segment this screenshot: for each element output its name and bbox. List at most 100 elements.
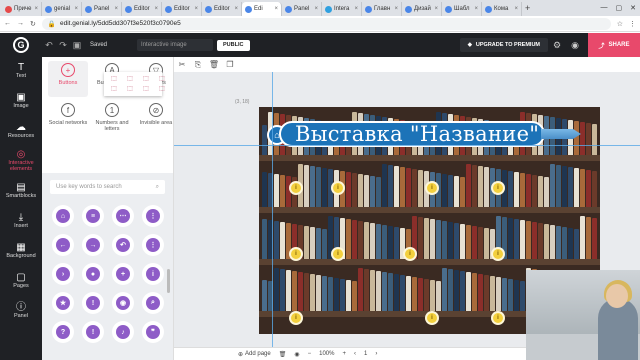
browser-tab[interactable]: genial ×: [42, 2, 82, 16]
icon-button-option[interactable]: ↶: [112, 234, 134, 256]
category-item[interactable]: + Buttons: [48, 61, 88, 97]
close-icon[interactable]: ×: [34, 6, 38, 12]
close-icon[interactable]: ×: [274, 6, 278, 12]
browser-tab[interactable]: Intera ×: [322, 2, 362, 16]
icon-button-option[interactable]: ⌂: [52, 205, 74, 227]
browser-tab[interactable]: Panel ×: [282, 2, 322, 16]
new-tab-icon[interactable]: +: [525, 3, 530, 13]
close-icon[interactable]: ×: [194, 6, 198, 12]
delete-icon[interactable]: 🗑: [206, 60, 222, 69]
undo-icon[interactable]: ↶: [42, 40, 56, 51]
page-number[interactable]: 1: [364, 351, 367, 357]
next-page-icon[interactable]: ›: [375, 351, 377, 357]
rail-item[interactable]: ◎ Interactive elements: [0, 147, 42, 177]
zoom-out-icon[interactable]: −: [308, 351, 312, 357]
close-icon[interactable]: ×: [114, 6, 118, 12]
browser-tab[interactable]: Edi ×: [242, 2, 282, 16]
info-hotspot-button[interactable]: i: [425, 311, 439, 325]
browser-tab[interactable]: Editor ×: [202, 2, 242, 16]
browser-tab[interactable]: Editor ×: [162, 2, 202, 16]
group-icon[interactable]: ⬚: [155, 85, 169, 93]
close-icon[interactable]: ×: [354, 6, 358, 12]
browser-tab[interactable]: Главн ×: [362, 2, 402, 16]
share-button[interactable]: ⤴ SHARE: [588, 33, 640, 57]
rail-item[interactable]: ▣ Image: [0, 87, 42, 117]
zoom-in-icon[interactable]: +: [342, 351, 346, 357]
browser-tab[interactable]: Приче ×: [2, 2, 42, 16]
bring-forward-icon[interactable]: ⬚: [123, 75, 137, 83]
icon-button-option[interactable]: !: [82, 292, 104, 314]
browser-tab[interactable]: Дизай ×: [402, 2, 442, 16]
flip-icon[interactable]: ⬚: [107, 85, 121, 93]
rail-item[interactable]: T Text: [0, 57, 42, 87]
send-backward-icon[interactable]: ⬚: [139, 75, 153, 83]
search-input[interactable]: Use key words to search ⌕: [50, 180, 165, 194]
icon-button-option[interactable]: !: [82, 321, 104, 343]
info-hotspot-button[interactable]: i: [331, 247, 345, 261]
icon-button-option[interactable]: ←: [52, 234, 74, 256]
close-icon[interactable]: ×: [154, 6, 158, 12]
close-icon[interactable]: ×: [514, 6, 518, 12]
back-icon[interactable]: ←: [4, 20, 11, 27]
category-item[interactable]: 1 Numbers and letters: [92, 101, 132, 137]
icon-button-option[interactable]: →: [82, 234, 104, 256]
info-hotspot-button[interactable]: i: [491, 311, 505, 325]
icon-button-option[interactable]: ?: [52, 321, 74, 343]
layers-icon[interactable]: ❐: [222, 60, 238, 69]
rail-item[interactable]: ⤓ Insert: [0, 207, 42, 237]
icon-button-option[interactable]: +: [112, 263, 134, 285]
info-hotspot-button[interactable]: i: [491, 181, 505, 195]
preview-eye-icon[interactable]: ◉: [566, 40, 584, 51]
info-hotspot-button[interactable]: i: [289, 247, 303, 261]
close-icon[interactable]: ×: [234, 6, 238, 12]
close-icon[interactable]: ×: [74, 6, 78, 12]
icon-button-option[interactable]: ♪: [112, 321, 134, 343]
close-icon[interactable]: ×: [474, 6, 478, 12]
info-hotspot-button[interactable]: i: [331, 181, 345, 195]
trash-icon[interactable]: 🗑: [279, 351, 287, 358]
add-page-button[interactable]: ⊕ Add page: [238, 351, 271, 358]
icon-button-option[interactable]: ⋮: [142, 205, 164, 227]
rail-item[interactable]: ▢ Pages: [0, 267, 42, 297]
category-item[interactable]: ⊘ Invisible area: [136, 101, 176, 137]
title-banner[interactable]: Выставка "Название": [279, 121, 545, 147]
close-icon[interactable]: ×: [314, 6, 318, 12]
info-hotspot-button[interactable]: i: [289, 311, 303, 325]
info-hotspot-button[interactable]: i: [425, 181, 439, 195]
public-button[interactable]: PUBLIC: [217, 39, 250, 51]
align-icon[interactable]: ⬚: [123, 85, 137, 93]
maximize-icon[interactable]: ▢: [616, 4, 623, 12]
info-hotspot-button[interactable]: i: [289, 181, 303, 195]
star-icon[interactable]: ☆: [617, 20, 623, 28]
reload-icon[interactable]: ↻: [30, 20, 36, 28]
rail-item[interactable]: ☁ Resources: [0, 117, 42, 147]
browser-tab[interactable]: Panel ×: [82, 2, 122, 16]
url-field[interactable]: 🔒 edit.genial.ly/5dd5dd307f3e520f3c0790e…: [41, 17, 611, 30]
genially-logo[interactable]: G: [0, 33, 42, 57]
close-icon[interactable]: ×: [434, 6, 438, 12]
rail-item[interactable]: ▤ Smartblocks: [0, 177, 42, 207]
distribute-icon[interactable]: ⬚: [139, 85, 153, 93]
cut-icon[interactable]: ✂: [174, 60, 190, 69]
icon-button-option[interactable]: ⌕: [142, 292, 164, 314]
minimize-icon[interactable]: —: [601, 4, 608, 12]
icon-button-option[interactable]: ⋯: [112, 205, 134, 227]
browser-tab[interactable]: Editor ×: [122, 2, 162, 16]
upgrade-button[interactable]: ◆ UPGRADE TO PREMIUM: [459, 38, 548, 52]
copy-icon[interactable]: ⎘: [190, 60, 206, 70]
icon-button-option[interactable]: ●: [82, 263, 104, 285]
panel-scrollbar[interactable]: [167, 269, 170, 293]
icon-button-option[interactable]: ›: [52, 263, 74, 285]
close-window-icon[interactable]: ✕: [630, 4, 636, 12]
icon-button-option[interactable]: i: [142, 263, 164, 285]
bring-front-icon[interactable]: ⬚: [107, 75, 121, 83]
info-hotspot-button[interactable]: i: [403, 247, 417, 261]
forward-icon[interactable]: →: [17, 20, 24, 27]
eye-icon[interactable]: ◉: [294, 351, 299, 358]
send-back-icon[interactable]: ⬚: [155, 75, 169, 83]
close-icon[interactable]: ×: [394, 6, 398, 12]
category-item[interactable]: f Social networks: [48, 101, 88, 137]
icon-button-option[interactable]: ❞: [142, 321, 164, 343]
icon-button-option[interactable]: ⋮: [142, 234, 164, 256]
icon-button-option[interactable]: ★: [52, 292, 74, 314]
